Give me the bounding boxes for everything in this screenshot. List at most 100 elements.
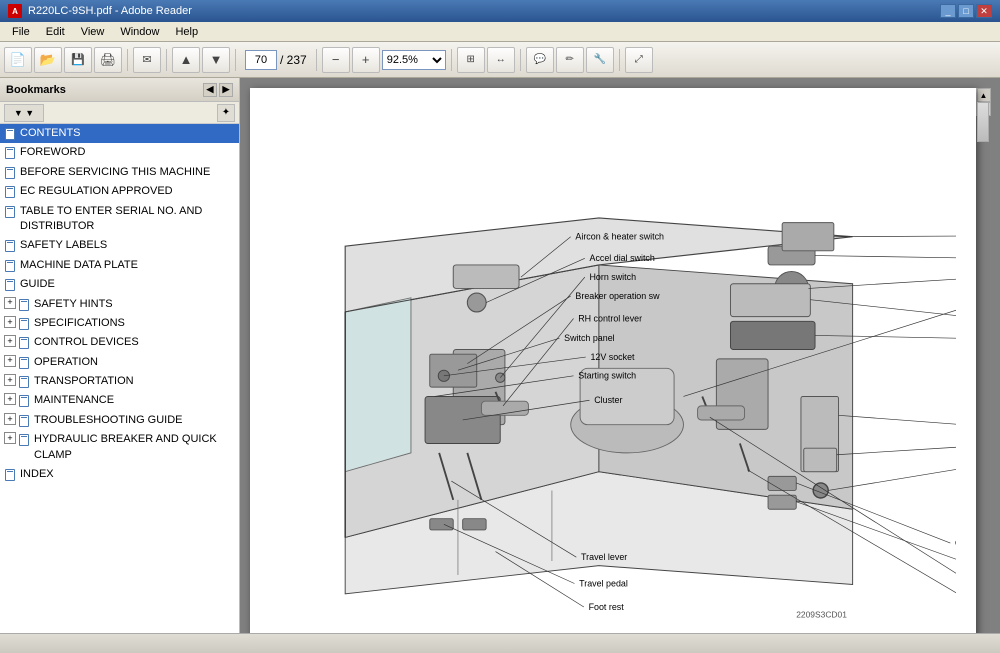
menu-edit[interactable]: Edit (38, 24, 73, 40)
bookmark-item-troubleshooting[interactable]: + TROUBLESHOOTING GUIDE (0, 411, 239, 430)
svg-text:One touch decel switch: One touch decel switch (955, 538, 956, 548)
bookmark-label-transportation: TRANSPORTATION (34, 374, 134, 389)
menu-window[interactable]: Window (112, 24, 167, 40)
menu-help[interactable]: Help (167, 24, 206, 40)
close-button[interactable]: ✕ (976, 4, 992, 18)
next-page-button[interactable]: ▼ (202, 47, 230, 73)
bookmark-icon-control-devices (18, 336, 30, 350)
bookmark-label-foreword: FOREWORD (20, 145, 85, 160)
window-controls[interactable]: _ □ ✕ (940, 4, 992, 18)
bookmark-item-machine-data[interactable]: MACHINE DATA PLATE (0, 256, 239, 275)
bookmark-item-specifications[interactable]: + SPECIFICATIONS (0, 314, 239, 333)
bookmark-label-troubleshooting: TROUBLESHOOTING GUIDE (34, 413, 183, 428)
svg-text:12V socket: 12V socket (590, 352, 635, 362)
menu-bar: File Edit View Window Help (0, 22, 1000, 42)
status-text (6, 638, 9, 649)
svg-text:2209S3CD01: 2209S3CD01 (796, 609, 847, 619)
bookmark-item-table-serial[interactable]: TABLE TO ENTER SERIAL NO. AND DISTRIBUTO… (0, 202, 239, 237)
title-bar: A R220LC-9SH.pdf - Adobe Reader _ □ ✕ (0, 0, 1000, 22)
main-layout: Bookmarks ◀ ▶ ▼ ▼ ✦ CONTENTS FOREWOR (0, 78, 1000, 633)
expand-icon-maintenance[interactable]: + (4, 393, 16, 405)
toolbar-sep1 (127, 49, 128, 71)
print-button[interactable]: 🖨 (94, 47, 122, 73)
app-icon: A (8, 4, 22, 18)
fullscreen-button[interactable]: ⤢ (625, 47, 653, 73)
bookmark-item-ec-regulation[interactable]: EC REGULATION APPROVED (0, 182, 239, 201)
pdf-page: Aircon & heater switch Accel dial switch… (250, 88, 976, 633)
zoom-out-button[interactable]: − (322, 47, 350, 73)
toolbar-sep5 (451, 49, 452, 71)
bookmark-item-operation[interactable]: + OPERATION (0, 353, 239, 372)
bookmark-item-transportation[interactable]: + TRANSPORTATION (0, 372, 239, 391)
sidebar-forward-button[interactable]: ▶ (219, 83, 233, 97)
bookmark-item-hydraulic-breaker[interactable]: + HYDRAULIC BREAKER AND QUICK CLAMP (0, 430, 239, 465)
bookmark-label-table-serial: TABLE TO ENTER SERIAL NO. AND DISTRIBUTO… (20, 204, 235, 235)
zoom-select[interactable]: 92.5% 50% 75% 100% 125% 150% (382, 50, 446, 70)
bookmark-icon-troubleshooting (18, 414, 30, 428)
toolbar-sep7 (619, 49, 620, 71)
bookmark-item-before-servicing[interactable]: BEFORE SERVICING THIS MACHINE (0, 163, 239, 182)
prev-page-button[interactable]: ▲ (172, 47, 200, 73)
comment-button[interactable]: 💬 (526, 47, 554, 73)
toolbar-sep3 (235, 49, 236, 71)
page-input[interactable] (245, 50, 277, 70)
sidebar-tb-new[interactable]: ✦ (217, 104, 235, 122)
email-button[interactable]: ✉ (133, 47, 161, 73)
markup-button[interactable]: ✏ (556, 47, 584, 73)
bookmark-icon-machine-data (4, 259, 16, 273)
bookmark-item-guide[interactable]: GUIDE (0, 275, 239, 294)
scroll-thumb[interactable] (977, 102, 989, 142)
maximize-button[interactable]: □ (958, 4, 974, 18)
svg-text:Travel pedal: Travel pedal (579, 578, 628, 588)
minimize-button[interactable]: _ (940, 4, 956, 18)
bookmark-item-contents[interactable]: CONTENTS (0, 124, 239, 143)
expand-icon-hydraulic-breaker[interactable]: + (4, 432, 16, 444)
bookmark-item-safety-labels[interactable]: SAFETY LABELS (0, 236, 239, 255)
svg-text:Horn switch: Horn switch (590, 272, 637, 282)
window-title: R220LC-9SH.pdf - Adobe Reader (28, 5, 192, 17)
scroll-up-button[interactable]: ▲ (977, 88, 991, 102)
expand-icon-operation[interactable]: + (4, 355, 16, 367)
vertical-scrollbar[interactable]: ▲ ▼ (976, 88, 990, 116)
bookmark-icon-index (4, 468, 16, 482)
zoom-in-button[interactable]: + (352, 47, 380, 73)
sidebar-toolbar: ▼ ▼ ✦ (0, 102, 239, 124)
bookmark-icon-contents (4, 127, 16, 141)
sidebar-back-button[interactable]: ◀ (203, 83, 217, 97)
bookmark-item-control-devices[interactable]: + CONTROL DEVICES (0, 333, 239, 352)
sidebar-controls: ◀ ▶ (203, 83, 233, 97)
expand-icon-troubleshooting[interactable]: + (4, 413, 16, 425)
bookmark-item-foreword[interactable]: FOREWORD (0, 143, 239, 162)
menu-view[interactable]: View (73, 24, 113, 40)
bookmark-item-index[interactable]: INDEX (0, 465, 239, 484)
bookmark-icon-specifications (18, 317, 30, 331)
sidebar-content[interactable]: CONTENTS FOREWORD BEFORE SERVICING THIS … (0, 124, 239, 633)
expand-icon-safety-hints[interactable]: + (4, 297, 16, 309)
svg-text:Starting switch: Starting switch (578, 371, 636, 381)
bookmark-label-specifications: SPECIFICATIONS (34, 316, 125, 331)
bookmark-label-guide: GUIDE (20, 277, 55, 292)
fit-page-button[interactable]: ⊞ (457, 47, 485, 73)
expand-icon-transportation[interactable]: + (4, 374, 16, 386)
save-button[interactable]: 💾 (64, 47, 92, 73)
new-button[interactable]: 📄 (4, 47, 32, 73)
menu-file[interactable]: File (4, 24, 38, 40)
bookmark-item-maintenance[interactable]: + MAINTENANCE (0, 391, 239, 410)
expand-icon-specifications[interactable]: + (4, 316, 16, 328)
fit-width-button[interactable]: ↔ (487, 47, 515, 73)
bookmark-label-index: INDEX (20, 467, 54, 482)
bookmark-label-ec-regulation: EC REGULATION APPROVED (20, 184, 173, 199)
bookmark-label-maintenance: MAINTENANCE (34, 393, 114, 408)
sidebar-tb-dropdown[interactable]: ▼ ▼ (4, 104, 44, 122)
bookmark-icon-foreword (4, 146, 16, 160)
svg-text:Aircon & heater switch: Aircon & heater switch (575, 232, 664, 242)
expand-icon-control-devices[interactable]: + (4, 335, 16, 347)
bookmark-icon-before-servicing (4, 166, 16, 180)
bookmark-item-safety-hints[interactable]: + SAFETY HINTS (0, 295, 239, 314)
sidebar-header: Bookmarks ◀ ▶ (0, 78, 239, 102)
bookmark-label-hydraulic-breaker: HYDRAULIC BREAKER AND QUICK CLAMP (34, 432, 235, 463)
tools-button[interactable]: 🔧 (586, 47, 614, 73)
open-button[interactable]: 📂 (34, 47, 62, 73)
pdf-area[interactable]: Aircon & heater switch Accel dial switch… (240, 78, 1000, 633)
sidebar: Bookmarks ◀ ▶ ▼ ▼ ✦ CONTENTS FOREWOR (0, 78, 240, 633)
